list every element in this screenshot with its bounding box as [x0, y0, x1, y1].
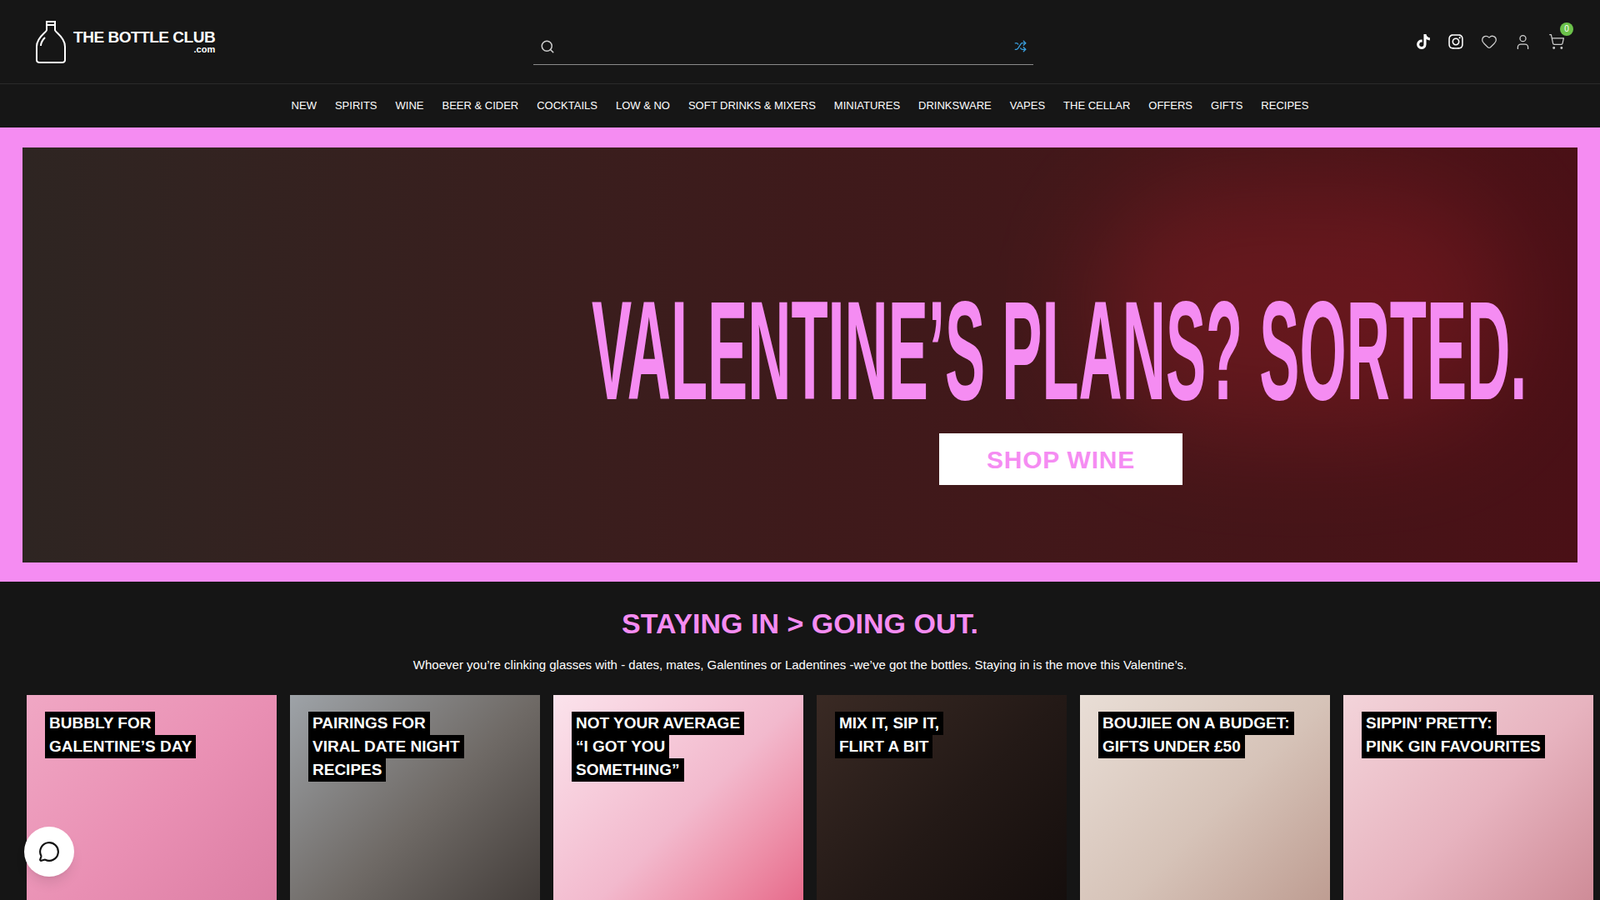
- section-subtitle: Whoever you’re clinking glasses with - d…: [413, 656, 1187, 674]
- nav-item[interactable]: THE CELLAR: [1063, 97, 1130, 115]
- promo-card[interactable]: NOT YOUR AVERAGE“I GOT YOUSOMETHING”: [553, 695, 804, 900]
- header-actions: 0: [1033, 33, 1567, 51]
- hero-frame: VALENTINE’S PLANS? SORTED. SHOP WINE: [0, 127, 1600, 582]
- chat-icon: [38, 840, 60, 863]
- card-label-line: VIRAL DATE NIGHT: [308, 735, 465, 759]
- nav-item[interactable]: SOFT DRINKS & MIXERS: [688, 97, 816, 115]
- bottle-logo-icon: [33, 19, 69, 65]
- card-label-line: “I GOT YOU: [571, 735, 670, 759]
- staying-in-section: STAYING IN > GOING OUT. Whoever you’re cl…: [0, 581, 1600, 900]
- header: THE BOTTLE CLUB.com 0: [0, 0, 1600, 84]
- card-label-line: PAIRINGS FOR: [308, 711, 430, 735]
- card-label: BOUJIEE ON A BUDGET:GIFTS UNDER £50: [1098, 711, 1295, 759]
- nav-item[interactable]: DRINKSWARE: [918, 97, 992, 115]
- card-label-line: BUBBLY FOR: [45, 711, 155, 735]
- cart-button[interactable]: 0: [1548, 33, 1565, 50]
- shuffle-icon[interactable]: [1014, 40, 1027, 53]
- card-label-line: BOUJIEE ON A BUDGET:: [1098, 711, 1295, 735]
- search-icon: [540, 39, 555, 55]
- card-label: MIX IT, SIP IT,FLIRT A BIT: [835, 711, 944, 759]
- shop-wine-button[interactable]: SHOP WINE: [939, 433, 1183, 485]
- search-input[interactable]: [565, 36, 1005, 56]
- user-icon[interactable]: [1514, 33, 1532, 51]
- nav-item[interactable]: MINIATURES: [834, 97, 900, 115]
- logo-name: THE BOTTLE CLUB: [73, 29, 215, 45]
- nav-item[interactable]: OFFERS: [1148, 97, 1193, 115]
- heart-icon[interactable]: [1480, 33, 1498, 50]
- card-label: NOT YOUR AVERAGE“I GOT YOUSOMETHING”: [571, 711, 745, 782]
- cart-icon: [1548, 33, 1565, 50]
- nav-item[interactable]: WINE: [395, 97, 425, 115]
- card-label-line: SOMETHING”: [571, 758, 685, 782]
- search-bar[interactable]: [533, 28, 1034, 65]
- card-label-line: PINK GIN FAVOURITES: [1361, 735, 1545, 759]
- section-title: STAYING IN > GOING OUT.: [621, 606, 979, 640]
- card-label-line: RECIPES: [308, 758, 386, 782]
- page: THE BOTTLE CLUB.com 0 NEW SPIRITS WINE BEER &…: [0, 0, 1600, 900]
- promo-card[interactable]: BOUJIEE ON A BUDGET:GIFTS UNDER £50: [1080, 695, 1330, 900]
- nav-item[interactable]: LOW & NO: [615, 97, 670, 115]
- nav-item[interactable]: NEW: [291, 97, 317, 115]
- promo-card[interactable]: SIPPIN’ PRETTY:PINK GIN FAVOURITES: [1343, 695, 1594, 900]
- card-label-line: GIFTS UNDER £50: [1098, 735, 1245, 759]
- cart-badge: 0: [1560, 22, 1574, 36]
- hero-headline: VALENTINE’S PLANS? SORTED.: [591, 280, 1527, 421]
- nav-item[interactable]: SPIRITS: [335, 97, 378, 115]
- nav-item[interactable]: GIFTS: [1210, 97, 1243, 115]
- card-label: PAIRINGS FORVIRAL DATE NIGHTRECIPES: [308, 711, 465, 782]
- tiktok-icon[interactable]: [1415, 34, 1431, 50]
- nav-item[interactable]: BEER & CIDER: [441, 97, 519, 115]
- nav-item[interactable]: COCKTAILS: [536, 97, 598, 115]
- nav-item[interactable]: VAPES: [1010, 97, 1045, 115]
- hero-image: VALENTINE’S PLANS? SORTED. SHOP WINE: [22, 147, 1578, 563]
- card-label: BUBBLY FORGALENTINE’S DAY: [45, 711, 196, 759]
- logo[interactable]: THE BOTTLE CLUB.com: [33, 19, 534, 65]
- nav-item[interactable]: RECIPES: [1260, 97, 1309, 115]
- main-nav: NEW SPIRITS WINE BEER & CIDER COCKTAILS LOW &…: [0, 83, 1600, 128]
- instagram-icon[interactable]: [1447, 33, 1465, 50]
- logo-suffix: .com: [194, 45, 216, 55]
- promo-card[interactable]: MIX IT, SIP IT,FLIRT A BIT: [816, 695, 1067, 900]
- card-label-line: NOT YOUR AVERAGE: [571, 711, 745, 735]
- card-row: BUBBLY FORGALENTINE’S DAY PAIRINGS FORVIR…: [0, 695, 1600, 900]
- card-label-line: FLIRT A BIT: [835, 735, 933, 759]
- chat-button[interactable]: [24, 826, 75, 877]
- promo-card[interactable]: PAIRINGS FORVIRAL DATE NIGHTRECIPES: [290, 695, 540, 900]
- card-label-line: GALENTINE’S DAY: [45, 735, 196, 759]
- card-label: SIPPIN’ PRETTY:PINK GIN FAVOURITES: [1361, 711, 1545, 759]
- card-label-line: MIX IT, SIP IT,: [835, 711, 944, 735]
- card-label-line: SIPPIN’ PRETTY:: [1361, 711, 1497, 735]
